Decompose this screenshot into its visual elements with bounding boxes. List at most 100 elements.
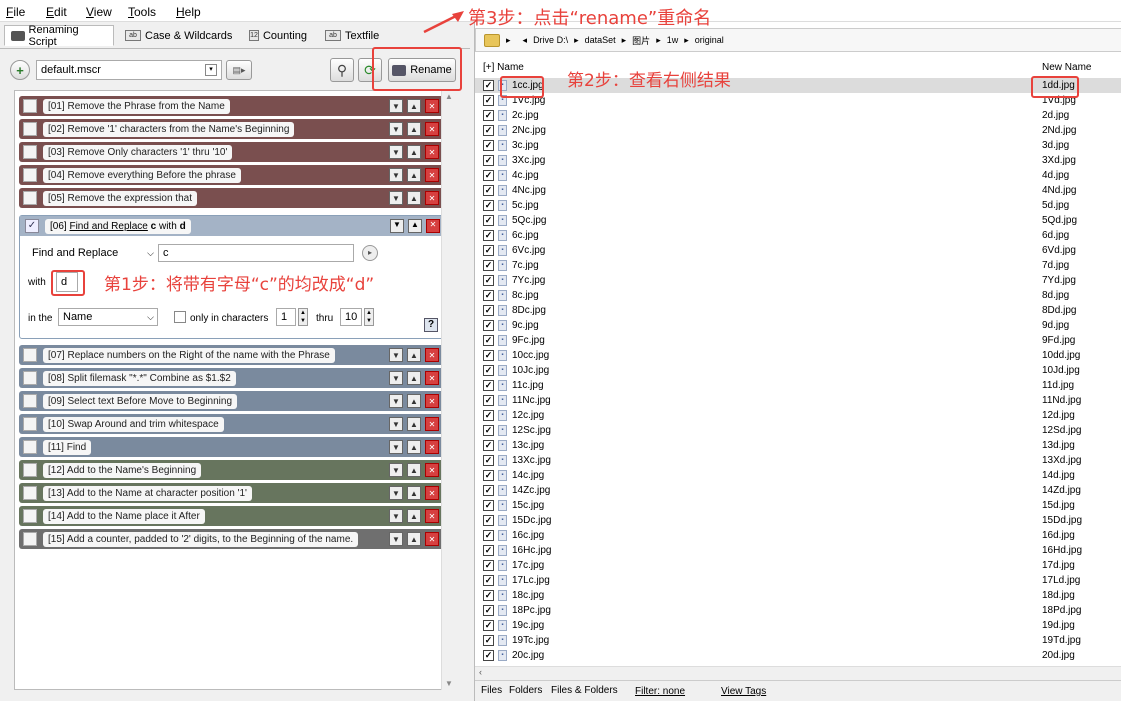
file-row[interactable]: ✓ ▪ 12c.jpg 12d.jpg bbox=[475, 408, 1121, 423]
preview-button[interactable]: ⚲ bbox=[330, 58, 354, 82]
tab-files-folders[interactable]: Files & Folders bbox=[551, 685, 618, 696]
rule-checkbox[interactable] bbox=[23, 191, 37, 205]
move-down-icon[interactable]: ▼ bbox=[390, 219, 404, 233]
file-checkbox[interactable]: ✓ bbox=[483, 530, 494, 541]
tab-counting[interactable]: 12 Counting bbox=[242, 25, 314, 46]
col-new-name-header[interactable]: New Name bbox=[1042, 62, 1091, 73]
spinner-icon[interactable]: ▲ ▼ bbox=[364, 308, 374, 326]
move-down-icon[interactable]: ▼ bbox=[389, 145, 403, 159]
tab-case-wildcards[interactable]: ab Case & Wildcards bbox=[118, 25, 240, 46]
file-row[interactable]: ✓ ▪ 3c.jpg 3d.jpg bbox=[475, 138, 1121, 153]
rule-checkbox[interactable] bbox=[23, 417, 37, 431]
move-up-icon[interactable]: ▲ bbox=[407, 509, 421, 523]
file-row[interactable]: ✓ ▪ 15c.jpg 15d.jpg bbox=[475, 498, 1121, 513]
file-row[interactable]: ✓ ▪ 2Nc.jpg 2Nd.jpg bbox=[475, 123, 1121, 138]
rule-row[interactable]: [15] Add a counter, padded to '2' digits… bbox=[19, 529, 447, 549]
file-row[interactable]: ✓ ▪ 9Fc.jpg 9Fd.jpg bbox=[475, 333, 1121, 348]
move-down-icon[interactable]: ▼ bbox=[389, 440, 403, 454]
file-row[interactable]: ✓ ▪ 13Xc.jpg 13Xd.jpg bbox=[475, 453, 1121, 468]
file-row[interactable]: ✓ ▪ 14Zc.jpg 14Zd.jpg bbox=[475, 483, 1121, 498]
file-checkbox[interactable]: ✓ bbox=[483, 650, 494, 661]
spinner-icon[interactable]: ▲ ▼ bbox=[298, 308, 308, 326]
delete-icon[interactable]: ✕ bbox=[425, 532, 439, 546]
file-row[interactable]: ✓ ▪ 12Sc.jpg 12Sd.jpg bbox=[475, 423, 1121, 438]
rule-checkbox[interactable] bbox=[23, 99, 37, 113]
rule-row[interactable]: [02] Remove '1' characters from the Name… bbox=[19, 119, 447, 139]
delete-icon[interactable]: ✕ bbox=[425, 168, 439, 182]
rule-checkbox[interactable] bbox=[23, 145, 37, 159]
file-checkbox[interactable]: ✓ bbox=[483, 335, 494, 346]
script-menu-button[interactable]: ▤▸ bbox=[226, 60, 252, 80]
file-checkbox[interactable]: ✓ bbox=[483, 575, 494, 586]
col-name-header[interactable]: [+] Name bbox=[483, 62, 524, 73]
file-row[interactable]: ✓ ▪ 2c.jpg 2d.jpg bbox=[475, 108, 1121, 123]
view-tags-link[interactable]: View Tags bbox=[721, 686, 766, 697]
rule-row[interactable]: [03] Remove Only characters '1' thru '10… bbox=[19, 142, 447, 162]
folder-icon[interactable] bbox=[484, 33, 500, 47]
move-up-icon[interactable]: ▲ bbox=[407, 417, 421, 431]
scroll-down-icon[interactable]: ▼ bbox=[445, 679, 453, 688]
tab-files[interactable]: Files bbox=[481, 685, 502, 696]
menu-file[interactable]: File bbox=[6, 5, 25, 19]
move-up-icon[interactable]: ▲ bbox=[407, 532, 421, 546]
file-checkbox[interactable]: ✓ bbox=[483, 80, 494, 91]
file-checkbox[interactable]: ✓ bbox=[483, 125, 494, 136]
delete-icon[interactable]: ✕ bbox=[425, 417, 439, 431]
menu-tools[interactable]: Tools bbox=[128, 5, 156, 19]
move-up-icon[interactable]: ▲ bbox=[407, 371, 421, 385]
file-checkbox[interactable]: ✓ bbox=[483, 290, 494, 301]
move-up-icon[interactable]: ▲ bbox=[407, 348, 421, 362]
rule-checkbox[interactable] bbox=[23, 486, 37, 500]
file-checkbox[interactable]: ✓ bbox=[483, 395, 494, 406]
file-checkbox[interactable]: ✓ bbox=[483, 620, 494, 631]
rule-checkbox[interactable] bbox=[23, 532, 37, 546]
breadcrumb-drive[interactable]: Drive D:\ bbox=[533, 35, 568, 45]
file-row[interactable]: ✓ ▪ 19c.jpg 19d.jpg bbox=[475, 618, 1121, 633]
file-checkbox[interactable]: ✓ bbox=[483, 95, 494, 106]
delete-icon[interactable]: ✕ bbox=[425, 122, 439, 136]
move-down-icon[interactable]: ▼ bbox=[389, 122, 403, 136]
move-down-icon[interactable]: ▼ bbox=[389, 463, 403, 477]
move-up-icon[interactable]: ▲ bbox=[407, 463, 421, 477]
file-checkbox[interactable]: ✓ bbox=[483, 305, 494, 316]
move-down-icon[interactable]: ▼ bbox=[389, 394, 403, 408]
file-checkbox[interactable]: ✓ bbox=[483, 605, 494, 616]
find-input[interactable]: c bbox=[158, 244, 354, 262]
menu-help[interactable]: Help bbox=[176, 5, 201, 19]
rule-checkbox[interactable] bbox=[23, 440, 37, 454]
file-row[interactable]: ✓ ▪ 7Yc.jpg 7Yd.jpg bbox=[475, 273, 1121, 288]
file-checkbox[interactable]: ✓ bbox=[483, 410, 494, 421]
file-row[interactable]: ✓ ▪ 8Dc.jpg 8Dd.jpg bbox=[475, 303, 1121, 318]
file-row[interactable]: ✓ ▪ 16Hc.jpg 16Hd.jpg bbox=[475, 543, 1121, 558]
delete-icon[interactable]: ✕ bbox=[425, 440, 439, 454]
file-checkbox[interactable]: ✓ bbox=[483, 515, 494, 526]
menu-edit[interactable]: Edit bbox=[46, 5, 67, 19]
play-icon[interactable]: ▸ bbox=[362, 245, 378, 261]
breadcrumb-1w[interactable]: 1w bbox=[667, 35, 679, 45]
file-checkbox[interactable]: ✓ bbox=[483, 560, 494, 571]
file-checkbox[interactable]: ✓ bbox=[483, 470, 494, 481]
breadcrumb-dataset[interactable]: dataSet bbox=[585, 35, 616, 45]
file-checkbox[interactable]: ✓ bbox=[483, 635, 494, 646]
rule-checkbox[interactable] bbox=[23, 348, 37, 362]
move-up-icon[interactable]: ▲ bbox=[407, 99, 421, 113]
file-checkbox[interactable]: ✓ bbox=[483, 500, 494, 511]
file-row[interactable]: ✓ ▪ 7c.jpg 7d.jpg bbox=[475, 258, 1121, 273]
rule-row[interactable]: [12] Add to the Name's Beginning ▼ ▲ ✕ bbox=[19, 460, 447, 480]
file-row[interactable]: ✓ ▪ 10cc.jpg 10dd.jpg bbox=[475, 348, 1121, 363]
file-row[interactable]: ✓ ▪ 11c.jpg 11d.jpg bbox=[475, 378, 1121, 393]
filter-label[interactable]: Filter: none bbox=[635, 686, 685, 697]
move-down-icon[interactable]: ▼ bbox=[389, 509, 403, 523]
rule-row[interactable]: [10] Swap Around and trim whitespace ▼ ▲… bbox=[19, 414, 447, 434]
script-file-select[interactable]: default.mscr ▾ bbox=[36, 60, 222, 80]
file-row[interactable]: ✓ ▪ 18Pc.jpg 18Pd.jpg bbox=[475, 603, 1121, 618]
move-down-icon[interactable]: ▼ bbox=[389, 532, 403, 546]
file-checkbox[interactable]: ✓ bbox=[483, 455, 494, 466]
delete-icon[interactable]: ✕ bbox=[426, 219, 440, 233]
file-row[interactable]: ✓ ▪ 1Vc.jpg 1Vd.jpg bbox=[475, 93, 1121, 108]
rule-row[interactable]: [11] Find ▼ ▲ ✕ bbox=[19, 437, 447, 457]
file-row[interactable]: ✓ ▪ 6c.jpg 6d.jpg bbox=[475, 228, 1121, 243]
file-row[interactable]: ✓ ▪ 9c.jpg 9d.jpg bbox=[475, 318, 1121, 333]
only-in-checkbox[interactable] bbox=[174, 311, 186, 323]
rule-row[interactable]: [08] Split filemask "*.*" Combine as $1.… bbox=[19, 368, 447, 388]
